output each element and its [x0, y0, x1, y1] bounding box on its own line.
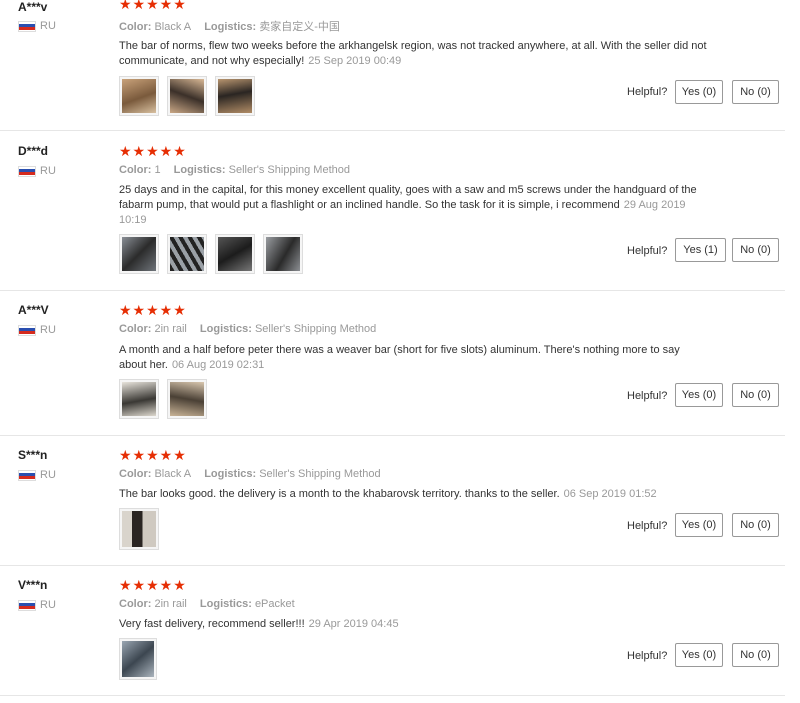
russia-flag-icon: [18, 599, 36, 611]
review-item: S***n RU ★★★★★ Color: Black A Logistics:…: [0, 435, 785, 566]
color-label: Color:: [119, 21, 152, 33]
russia-flag-icon: [18, 324, 36, 336]
review-item: A***V RU ★★★★★ Color: 2in rail Logistics…: [0, 290, 785, 436]
review-meta: Color: Black A Logistics: Seller's Shipp…: [119, 468, 381, 480]
helpful-label: Helpful?: [627, 520, 668, 532]
helpful-no-button[interactable]: No (0): [732, 383, 779, 407]
helpful-no-button[interactable]: No (0): [732, 238, 779, 262]
review-photo[interactable]: [167, 76, 207, 116]
helpful-no-button[interactable]: No (0): [732, 643, 779, 667]
color-value: Black A: [154, 468, 192, 480]
reviewer-country: RU: [18, 165, 56, 177]
color-label: Color:: [119, 598, 152, 610]
helpful-label: Helpful?: [627, 245, 668, 257]
logistics-value: Seller's Shipping Method: [254, 323, 377, 335]
color-label: Color:: [119, 323, 152, 335]
logistics-label: Logistics:: [173, 164, 226, 176]
review-photo[interactable]: [119, 638, 157, 680]
logistics-label: Logistics:: [199, 598, 252, 610]
country-code: RU: [40, 469, 56, 481]
helpful-yes-button[interactable]: Yes (0): [675, 80, 723, 104]
star-rating: ★★★★★: [119, 0, 187, 12]
reviewer-country: RU: [18, 469, 56, 481]
color-value: 2in rail: [154, 598, 187, 610]
helpful-label: Helpful?: [627, 390, 668, 402]
logistics-label: Logistics:: [204, 21, 257, 33]
review-photo[interactable]: [119, 234, 159, 274]
review-photo[interactable]: [215, 234, 255, 274]
star-rating: ★★★★★: [119, 143, 187, 159]
helpful-yes-button[interactable]: Yes (0): [675, 643, 723, 667]
logistics-value: Seller's Shipping Method: [228, 164, 350, 176]
country-code: RU: [40, 20, 56, 32]
review-date: 06 Sep 2019 01:52: [563, 488, 657, 500]
russia-flag-icon: [18, 165, 36, 177]
review-photo[interactable]: [119, 508, 159, 550]
star-rating: ★★★★★: [119, 577, 187, 593]
reviewer-name: V***n: [18, 578, 48, 592]
review-photos: [119, 234, 303, 274]
review-item: A***v RU ★★★★★ Color: Black A Logistics:…: [0, 0, 785, 131]
reviewer-country: RU: [18, 599, 56, 611]
logistics-value: 卖家自定义-中国: [259, 21, 340, 33]
helpful-yes-button[interactable]: Yes (0): [675, 383, 723, 407]
country-code: RU: [40, 324, 56, 336]
color-value: Black A: [154, 21, 192, 33]
review-photos: [119, 76, 255, 116]
logistics-label: Logistics:: [204, 468, 257, 480]
review-photo[interactable]: [119, 76, 159, 116]
logistics-label: Logistics:: [199, 323, 252, 335]
logistics-value: Seller's Shipping Method: [259, 468, 381, 480]
review-text-block: The bar looks good. the delivery is a mo…: [119, 487, 709, 502]
review-text: The bar looks good. the delivery is a mo…: [119, 488, 560, 500]
review-text-block: Very fast delivery, recommend seller!!! 2…: [119, 617, 709, 632]
review-meta: Color: 2in rail Logistics: Seller's Ship…: [119, 323, 376, 335]
review-meta: Color: 2in rail Logistics: ePacket: [119, 598, 295, 610]
country-code: RU: [40, 599, 56, 611]
star-rating: ★★★★★: [119, 447, 187, 463]
helpful-label: Helpful?: [627, 86, 668, 98]
color-label: Color:: [119, 164, 152, 176]
review-photo[interactable]: [167, 379, 207, 419]
review-text-block: 25 days and in the capital, for this mon…: [119, 183, 709, 228]
color-value: 2in rail: [154, 323, 187, 335]
color-label: Color:: [119, 468, 152, 480]
review-text-block: A month and a half before peter there wa…: [119, 343, 709, 373]
helpful-label: Helpful?: [627, 650, 668, 662]
review-text: Very fast delivery, recommend seller!!!: [119, 618, 305, 630]
logistics-value: ePacket: [254, 598, 295, 610]
country-code: RU: [40, 165, 56, 177]
review-photo[interactable]: [215, 76, 255, 116]
review-text-block: The bar of norms, flew two weeks before …: [119, 39, 709, 69]
review-meta: Color: 1 Logistics: Seller's Shipping Me…: [119, 164, 350, 176]
reviewer-name: S***n: [18, 448, 48, 462]
review-photo[interactable]: [167, 234, 207, 274]
review-photo[interactable]: [119, 379, 159, 419]
review-photos: [119, 638, 157, 680]
review-photos: [119, 508, 159, 550]
reviewer-name: D***d: [18, 144, 49, 158]
reviewer-name: A***v: [18, 0, 48, 14]
review-photo[interactable]: [263, 234, 303, 274]
color-value: 1: [154, 164, 161, 176]
review-text: The bar of norms, flew two weeks before …: [119, 40, 707, 67]
review-date: 25 Sep 2019 00:49: [308, 55, 402, 67]
helpful-yes-button[interactable]: Yes (0): [675, 513, 723, 537]
review-photos: [119, 379, 207, 419]
review-text: 25 days and in the capital, for this mon…: [119, 184, 697, 211]
star-rating: ★★★★★: [119, 302, 187, 318]
review-item: D***d RU ★★★★★ Color: 1 Logistics: Selle…: [0, 130, 785, 291]
review-meta: Color: Black A Logistics: 卖家自定义-中国: [119, 18, 340, 34]
reviewer-name: A***V: [18, 303, 49, 317]
review-date: 06 Aug 2019 02:31: [171, 359, 265, 371]
russia-flag-icon: [18, 20, 36, 32]
review-item: V***n RU ★★★★★ Color: 2in rail Logistics…: [0, 565, 785, 696]
helpful-yes-button[interactable]: Yes (1): [675, 238, 726, 262]
helpful-no-button[interactable]: No (0): [732, 513, 779, 537]
helpful-no-button[interactable]: No (0): [732, 80, 779, 104]
review-date: 29 Apr 2019 04:45: [308, 618, 399, 630]
reviewer-country: RU: [18, 324, 56, 336]
reviewer-country: RU: [18, 20, 56, 32]
russia-flag-icon: [18, 469, 36, 481]
